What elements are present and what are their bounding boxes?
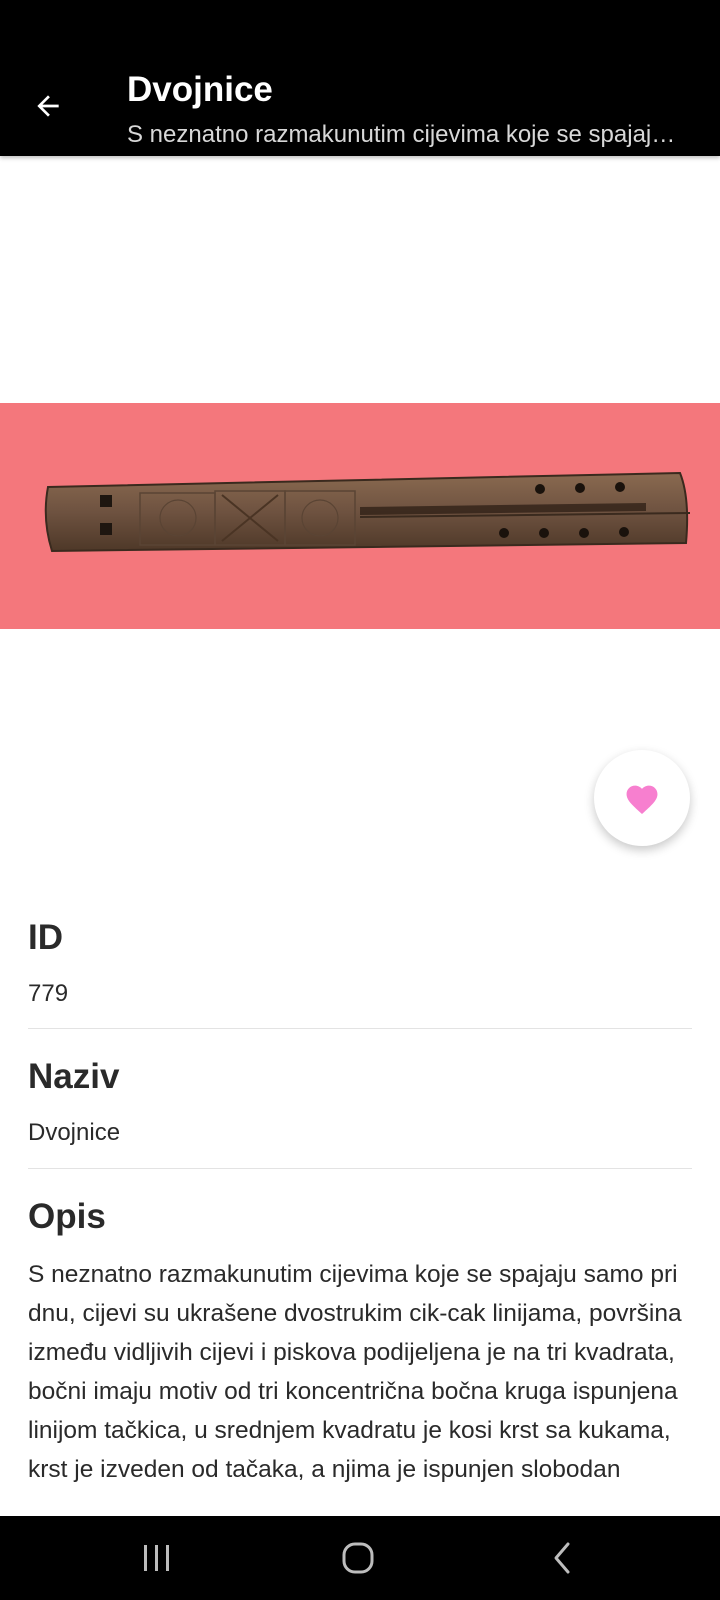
- heart-icon: [626, 785, 658, 814]
- home-icon: [342, 1542, 374, 1574]
- name-value: Dvojnice: [28, 1119, 121, 1146]
- back-button[interactable]: [24, 82, 72, 130]
- page-title: Dvojnice: [127, 70, 273, 109]
- favorite-button[interactable]: [594, 750, 690, 846]
- id-field: ID 779: [28, 918, 692, 1008]
- back-icon: [554, 1542, 570, 1574]
- id-value: 779: [28, 980, 69, 1007]
- recent-apps-button[interactable]: [127, 1534, 187, 1582]
- double-flute-image: [44, 471, 691, 553]
- description-value: S neznatno razmakunutim cijevima koje se…: [28, 1261, 682, 1483]
- recent-apps-icon: [144, 1545, 169, 1571]
- system-navigation-bar: [0, 1516, 720, 1600]
- description-label: Opis: [28, 1197, 106, 1236]
- page-subtitle: S neznatno razmakunutim cijevima koje se…: [127, 121, 687, 148]
- description-field: Opis S neznatno razmakunutim cijevima ko…: [28, 1197, 692, 1489]
- item-image: [0, 403, 720, 629]
- divider: [28, 1028, 692, 1029]
- app-bar: Dvojnice S neznatno razmakunutim cijevim…: [0, 0, 720, 156]
- home-button[interactable]: [328, 1534, 388, 1582]
- nav-back-button[interactable]: [532, 1534, 592, 1582]
- name-field: Naziv Dvojnice: [28, 1057, 692, 1147]
- id-label: ID: [28, 918, 63, 957]
- name-label: Naziv: [28, 1057, 120, 1096]
- arrow-left-icon: [37, 95, 59, 117]
- divider: [28, 1168, 692, 1169]
